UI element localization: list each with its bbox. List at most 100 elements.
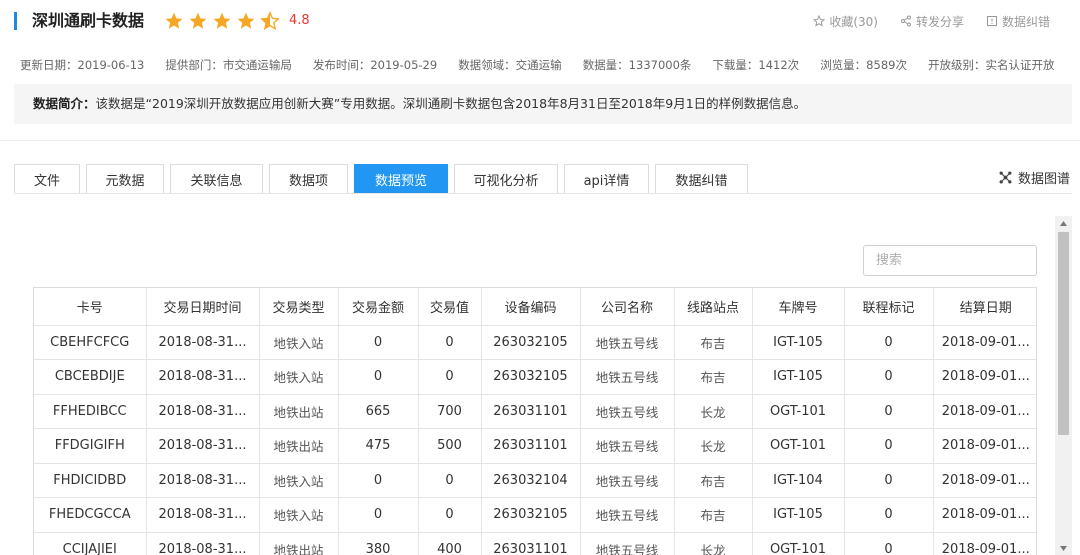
table-cell: 长龙	[674, 428, 753, 464]
table-cell: IGT-105	[752, 359, 845, 395]
tabs-underline	[14, 193, 1072, 194]
tab-metadata[interactable]: 元数据	[86, 164, 164, 194]
table-row[interactable]: CBEHFCFCG 2018-08-31... 地铁入站 0 0 263032105 地铁五…	[34, 325, 1036, 360]
table-cell: 0	[338, 497, 419, 533]
table-cell: 地铁五号线	[580, 532, 675, 555]
title-row: 深圳通刷卡数据 4.8 收藏(30) 转发分享 数据纠错	[14, 9, 1074, 35]
table-row[interactable]: FHDICIDBD 2018-08-31... 地铁入站 0 0 263032104 地铁五…	[34, 463, 1036, 498]
table-row[interactable]: CBCEBDIJE 2018-08-31... 地铁入站 0 0 263032105 地铁五…	[34, 359, 1036, 395]
data-graph-label: 数据图谱	[1017, 172, 1070, 187]
table-cell: 0	[844, 428, 934, 464]
meta-data-volume: 数据量：1337000条	[582, 58, 692, 72]
table-cell: 2018-09-01...	[933, 325, 1036, 360]
table-cell: FFDGIGIFH	[34, 428, 147, 464]
title-accent-bar	[14, 12, 17, 30]
table-cell: 地铁入站	[259, 325, 339, 360]
table-cell: 布吉	[674, 359, 753, 395]
column-header[interactable]: 卡号	[34, 288, 147, 326]
table-row[interactable]: FFHEDIBCC 2018-08-31... 地铁出站 665 700 26303110…	[34, 394, 1036, 429]
column-header[interactable]: 联程标记	[844, 288, 934, 326]
scroll-up-arrow[interactable]	[1055, 216, 1072, 230]
rating-stars	[164, 9, 284, 33]
table-cell: 长龙	[674, 394, 753, 429]
table-cell: 263032104	[481, 463, 581, 498]
table-cell: 2018-09-01...	[933, 359, 1036, 395]
data-graph-link[interactable]: 数据图谱	[999, 168, 1070, 187]
table-cell: 2018-08-31...	[146, 532, 260, 555]
tab-visual-analysis[interactable]: 可视化分析	[454, 164, 558, 194]
table-cell: 263032105	[481, 359, 581, 395]
table-cell: 布吉	[674, 325, 753, 360]
tab-data-correction[interactable]: 数据纠错	[655, 164, 748, 194]
column-header[interactable]: 线路站点	[674, 288, 753, 326]
table-cell: 0	[338, 359, 419, 395]
table-cell: 0	[338, 325, 419, 360]
data-preview-table: 卡号 交易日期时间 交易类型 交易金额 交易值 设备编码 公司名称 线路站点 车…	[33, 287, 1037, 555]
tab-file[interactable]: 文件	[14, 164, 80, 194]
table-cell: 2018-08-31...	[146, 497, 260, 533]
table-cell: 地铁五号线	[580, 497, 675, 533]
table-cell: 0	[338, 463, 419, 498]
table-row[interactable]: FFDGIGIFH 2018-08-31... 地铁出站 475 500 26303110…	[34, 428, 1036, 464]
graph-icon	[999, 171, 1012, 184]
tab-related-info[interactable]: 关联信息	[170, 164, 263, 194]
table-cell: 地铁出站	[259, 532, 339, 555]
column-header[interactable]: 结算日期	[933, 288, 1036, 326]
table-cell: 2018-08-31...	[146, 325, 260, 360]
column-header[interactable]: 交易类型	[259, 288, 339, 326]
table-cell: 地铁入站	[259, 497, 339, 533]
scroll-down-arrow[interactable]	[1055, 541, 1072, 555]
tab-data-preview[interactable]: 数据预览	[354, 164, 448, 194]
vertical-scrollbar[interactable]	[1055, 216, 1072, 555]
table-row[interactable]: FHEDCGCCA 2018-08-31... 地铁入站 0 0 263032105 地铁五…	[34, 497, 1036, 533]
meta-provider: 提供部门：市交通运输局	[165, 58, 292, 72]
table-cell: 地铁出站	[259, 428, 339, 464]
rating-value: 4.8	[289, 13, 310, 28]
table-cell: 263032105	[481, 325, 581, 360]
column-header[interactable]: 交易金额	[338, 288, 419, 326]
table-cell: FHDICIDBD	[34, 463, 147, 498]
preview-table: 卡号 交易日期时间 交易类型 交易金额 交易值 设备编码 公司名称 线路站点 车…	[34, 288, 1036, 555]
table-cell: 地铁五号线	[580, 428, 675, 464]
table-cell: 地铁五号线	[580, 463, 675, 498]
favorite-button[interactable]: 收藏(30)	[813, 13, 878, 30]
table-cell: 2018-09-01...	[933, 497, 1036, 533]
column-header[interactable]: 车牌号	[752, 288, 845, 326]
table-cell: 地铁五号线	[580, 394, 675, 429]
table-cell: 2018-08-31...	[146, 428, 260, 464]
table-cell: 布吉	[674, 463, 753, 498]
table-cell: CBEHFCFCG	[34, 325, 147, 360]
table-cell: 2018-09-01...	[933, 463, 1036, 498]
share-button[interactable]: 转发分享	[900, 13, 964, 30]
table-cell: 2018-08-31...	[146, 359, 260, 395]
star-full-icon	[213, 12, 231, 29]
tab-api-details[interactable]: api详情	[564, 164, 649, 194]
error-report-button[interactable]: 数据纠错	[986, 13, 1050, 30]
table-header-row: 卡号 交易日期时间 交易类型 交易金额 交易值 设备编码 公司名称 线路站点 车…	[34, 288, 1036, 326]
meta-info: 更新日期：2019-06-13 提供部门：市交通运输局 发布时间：2019-05…	[20, 57, 1075, 73]
search-input[interactable]	[863, 245, 1037, 276]
star-half-icon	[260, 11, 280, 31]
column-header[interactable]: 交易值	[418, 288, 482, 326]
star-full-icon	[237, 12, 255, 29]
column-header[interactable]: 设备编码	[481, 288, 581, 326]
star-full-icon	[189, 12, 207, 29]
column-header[interactable]: 交易日期时间	[146, 288, 260, 326]
meta-domain: 数据领域：交通运输	[458, 58, 562, 72]
table-cell: OGT-101	[752, 394, 845, 429]
meta-downloads: 下载量：1412次	[712, 58, 800, 72]
table-cell: 263031101	[481, 532, 581, 555]
table-row[interactable]: CCIJAJIEI 2018-08-31... 地铁出站 380 400 26303110…	[34, 532, 1036, 555]
scrollbar-thumb[interactable]	[1058, 232, 1069, 435]
column-header[interactable]: 公司名称	[580, 288, 675, 326]
table-cell: 2018-08-31...	[146, 463, 260, 498]
table-cell: IGT-105	[752, 325, 845, 360]
tab-data-items[interactable]: 数据项	[269, 164, 348, 194]
table-cell: 2018-08-31...	[146, 394, 260, 429]
table-cell: CBCEBDIJE	[34, 359, 147, 395]
meta-open-level: 开放级别：实名认证开放	[927, 58, 1055, 72]
table-cell: 地铁出站	[259, 394, 339, 429]
meta-publish-date: 发布时间：2019-05-29	[312, 58, 438, 72]
data-intro: 数据简介：该数据是“2019深圳开放数据应用创新大赛”专用数据。深圳通刷卡数据包…	[14, 84, 1072, 124]
table-cell: 0	[844, 532, 934, 555]
